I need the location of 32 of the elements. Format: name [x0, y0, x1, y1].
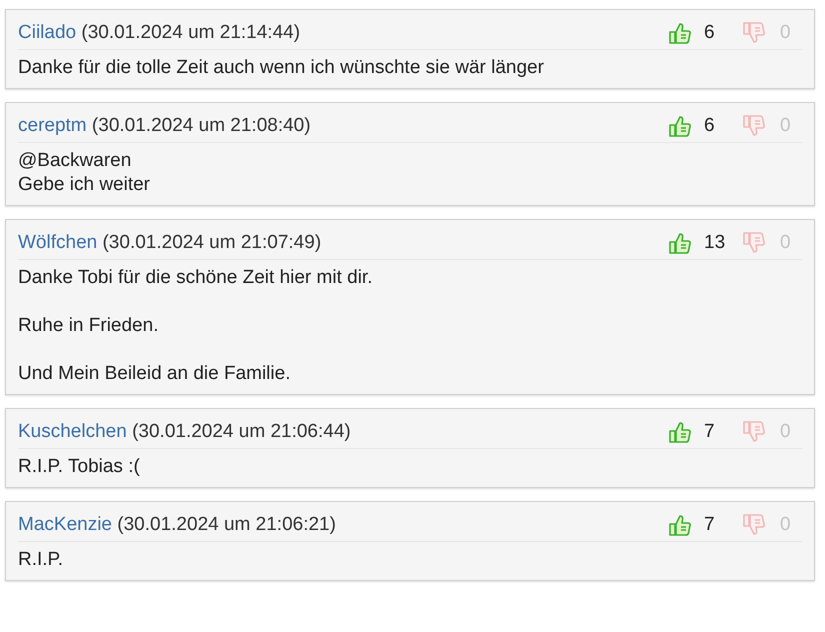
comment-date: (30.01.2024 um 21:14:44) [81, 22, 300, 43]
like-count: 7 [704, 514, 716, 536]
thumbs-up-icon[interactable] [668, 420, 692, 444]
comment-date: (30.01.2024 um 21:06:21) [117, 514, 336, 535]
author-link[interactable]: Kuschelchen [18, 421, 127, 442]
thumbs-up-icon[interactable] [668, 21, 692, 45]
comment-date: (30.01.2024 um 21:06:44) [132, 421, 351, 442]
author-link[interactable]: Ciilado [18, 22, 76, 43]
comment-text: R.I.P. [18, 548, 64, 572]
author-link[interactable]: Wölfchen [18, 232, 98, 253]
comment-date: (30.01.2024 um 21:08:40) [92, 115, 311, 136]
like-count: 13 [704, 232, 726, 254]
comment-text: Ruhe in Frieden. [18, 314, 160, 338]
thumbs-down-icon[interactable] [742, 420, 766, 444]
comment-text: Danke für die tolle Zeit auch wenn ich wünschte sie wär länger [18, 56, 545, 80]
like-count: 6 [704, 115, 716, 137]
author-link[interactable]: MacKenzie [18, 514, 112, 535]
comment-text: @Backwaren Gebe ich weiter [18, 149, 152, 197]
thumbs-down-icon[interactable] [742, 21, 766, 45]
thumbs-down-icon[interactable] [742, 114, 766, 138]
like-count: 6 [704, 22, 716, 44]
thumbs-down-icon[interactable] [742, 513, 766, 537]
like-count: 7 [704, 421, 716, 443]
author-link[interactable]: cereptm [18, 115, 87, 136]
thumbs-up-icon[interactable] [668, 231, 692, 255]
thumbs-up-icon[interactable] [668, 114, 692, 138]
comment-text: Danke Tobi für die schöne Zeit hier mit dir. [18, 266, 374, 290]
comment-text: R.I.P. Tobias :( [18, 455, 141, 479]
comment-text: Und Mein Beileid an die Familie. [18, 362, 292, 386]
thumbs-up-icon[interactable] [668, 513, 692, 537]
thumbs-down-icon[interactable] [742, 231, 766, 255]
comment-date: (30.01.2024 um 21:07:49) [102, 232, 322, 253]
